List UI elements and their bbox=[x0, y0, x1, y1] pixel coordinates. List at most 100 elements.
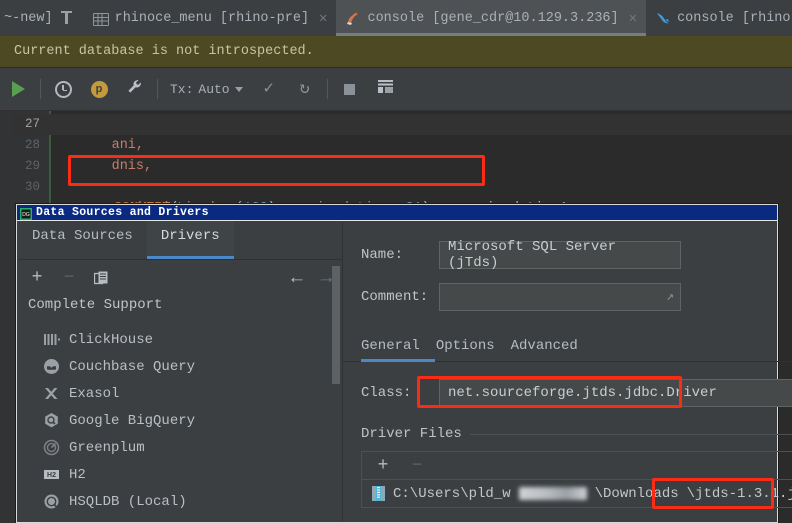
code-line-27: ani, bbox=[49, 114, 792, 153]
dialog-title-bar[interactable]: DG Data Sources and Drivers bbox=[17, 205, 777, 221]
subtab-active-underline bbox=[361, 359, 435, 362]
exasol-icon bbox=[43, 385, 60, 402]
line-number: 30 bbox=[24, 180, 40, 194]
profile-button[interactable]: p bbox=[81, 68, 117, 111]
add-file-button[interactable]: + bbox=[374, 456, 392, 476]
h2-icon: H2 bbox=[43, 466, 60, 483]
introspection-banner: Current database is not introspected. bbox=[0, 36, 792, 68]
tab-drivers-label: Drivers bbox=[160, 227, 220, 244]
drivers-left-pane: Data Sources Drivers + − ← → Complete Su… bbox=[18, 221, 343, 521]
results-view-button[interactable] bbox=[368, 68, 404, 111]
tab-label-console-rhino: console [rhino-p bbox=[677, 10, 792, 26]
run-button[interactable] bbox=[0, 68, 36, 111]
profile-badge-icon: p bbox=[90, 80, 108, 98]
table-grid-icon bbox=[92, 12, 109, 26]
subtab-advanced[interactable]: Advanced bbox=[511, 338, 594, 362]
tab-console-rhino[interactable]: console [rhino-p bbox=[646, 0, 792, 36]
greenplum-icon bbox=[43, 439, 60, 456]
screenshot-root: ~-new] rhinoce_menu [rhino-pre] ✕ consol… bbox=[0, 0, 792, 523]
editor-tab-strip: ~-new] rhinoce_menu [rhino-pre] ✕ consol… bbox=[0, 0, 792, 36]
driver-item-hsqldb-local[interactable]: HSQLDB (Local) bbox=[18, 488, 342, 515]
tx-label: Tx: bbox=[170, 81, 194, 97]
class-label: Class: bbox=[361, 385, 412, 401]
data-sources-and-drivers-dialog: DG Data Sources and Drivers Data Sources… bbox=[16, 204, 792, 523]
line-number: 27 bbox=[24, 117, 40, 131]
mysql-dolphin-icon bbox=[655, 10, 671, 26]
driver-item-google-bigquery[interactable]: Google BigQuery bbox=[18, 407, 342, 434]
driver-label: HSQLDB (Local) bbox=[69, 493, 187, 510]
banner-message: Current database is not introspected. bbox=[14, 44, 314, 59]
query-history-button[interactable] bbox=[45, 68, 81, 111]
play-icon bbox=[11, 81, 25, 97]
console-toolbar: p Tx: Auto ✓ ↻ bbox=[0, 68, 792, 111]
hsqldb-icon bbox=[43, 493, 60, 510]
driver-comment-input[interactable]: ↗ bbox=[439, 283, 681, 311]
driver-file-row[interactable]: C:\Users\pld_w \Downloads \jtds-1.3.1.jar bbox=[362, 480, 792, 507]
svg-text:DG: DG bbox=[22, 212, 30, 218]
name-field-row: Name: Microsoft SQL Server (jTds) bbox=[343, 239, 792, 271]
close-icon[interactable]: ✕ bbox=[319, 10, 327, 27]
driver-label: Greenplum bbox=[69, 439, 145, 456]
drivers-list-scrollbar[interactable] bbox=[332, 266, 340, 384]
copy-driver-icon[interactable] bbox=[92, 269, 110, 287]
table-view-icon bbox=[377, 79, 394, 99]
code-line-29: CONVERT(varchar(100), arrived_time, 21) … bbox=[49, 156, 792, 216]
clickhouse-icon bbox=[43, 331, 60, 348]
drivers-list-toolbar: + − ← → bbox=[18, 260, 342, 296]
section-divider bbox=[469, 433, 792, 435]
driver-files-box: + − C:\Users\pld_w \Downloads \jtds-1.3.… bbox=[361, 451, 792, 508]
driver-item-exasol[interactable]: Exasol bbox=[18, 380, 342, 407]
tx-value: Auto bbox=[198, 81, 230, 97]
transaction-mode-selector[interactable]: Tx: Auto bbox=[162, 82, 251, 97]
tab-label-rhinoce-menu: rhinoce_menu [rhino-pre] bbox=[114, 10, 310, 26]
expand-editor-icon[interactable]: ↗ bbox=[666, 289, 674, 304]
driver-group-label: Complete Support bbox=[28, 297, 163, 313]
drivers-list[interactable]: ClickHouse Couchbase Query Exasol Google… bbox=[18, 326, 342, 521]
tab-editor-new[interactable]: ~-new] bbox=[0, 0, 84, 36]
driver-item-h2[interactable]: H2 H2 bbox=[18, 461, 342, 488]
driver-files-toolbar: + − bbox=[362, 452, 792, 480]
tab-rhinoce-menu[interactable]: rhinoce_menu [rhino-pre] ✕ bbox=[83, 0, 337, 36]
driver-item-couchbase[interactable]: Couchbase Query bbox=[18, 353, 342, 380]
checkmark-icon: ✓ bbox=[263, 79, 274, 99]
toolbar-divider bbox=[40, 79, 41, 99]
svg-text:H2: H2 bbox=[47, 472, 56, 479]
driver-file-name: \jtds-1.3.1.jar bbox=[686, 485, 792, 502]
driver-class-input[interactable]: net.sourceforge.jtds.jdbc.Driver bbox=[439, 379, 792, 407]
code-line-30: arrived_time, bbox=[49, 177, 792, 216]
stop-icon bbox=[344, 83, 356, 95]
remove-file-button[interactable]: − bbox=[408, 456, 426, 476]
back-arrow-icon[interactable]: ← bbox=[291, 268, 302, 288]
close-icon[interactable]: ✕ bbox=[629, 10, 637, 27]
couchbase-icon bbox=[43, 358, 60, 375]
name-label: Name: bbox=[361, 247, 404, 263]
driver-file-path-prefix: C:\Users\pld_w bbox=[393, 485, 511, 502]
rollback-icon: ↻ bbox=[299, 79, 310, 99]
driver-item-clickhouse[interactable]: ClickHouse bbox=[18, 326, 342, 353]
add-driver-button[interactable]: + bbox=[28, 268, 46, 288]
driver-detail-pane: Name: Microsoft SQL Server (jTds) Commen… bbox=[343, 222, 792, 521]
jar-file-icon bbox=[372, 486, 385, 501]
remove-driver-button[interactable]: − bbox=[60, 268, 78, 288]
driver-label: Google BigQuery bbox=[69, 412, 196, 429]
line-number: 28 bbox=[24, 138, 40, 152]
commit-button[interactable]: ✓ bbox=[251, 68, 287, 111]
driver-settings-subtabs: General Options Advanced bbox=[343, 328, 792, 362]
driver-item-greenplum[interactable]: Greenplum bbox=[18, 434, 342, 461]
tab-drivers[interactable]: Drivers bbox=[146, 221, 234, 259]
data-source-properties-button[interactable] bbox=[117, 68, 153, 111]
driver-name-input[interactable]: Microsoft SQL Server (jTds) bbox=[439, 239, 681, 271]
comment-field-row: Comment: ↗ bbox=[343, 283, 792, 311]
subtab-options[interactable]: Options bbox=[436, 338, 511, 362]
redacted-username bbox=[518, 487, 587, 500]
bigquery-icon bbox=[43, 412, 60, 429]
stop-button[interactable] bbox=[332, 68, 368, 111]
pin-icon[interactable] bbox=[59, 10, 75, 26]
line-number: 29 bbox=[24, 159, 40, 173]
tab-data-sources[interactable]: Data Sources bbox=[18, 221, 147, 259]
forward-arrow-icon[interactable]: → bbox=[321, 268, 332, 288]
wrench-icon bbox=[126, 78, 144, 101]
tab-console-gene-cdr[interactable]: console [gene_cdr@10.129.3.236] ✕ bbox=[336, 0, 647, 36]
rollback-button[interactable]: ↻ bbox=[287, 68, 323, 111]
driver-label: H2 bbox=[69, 466, 86, 483]
